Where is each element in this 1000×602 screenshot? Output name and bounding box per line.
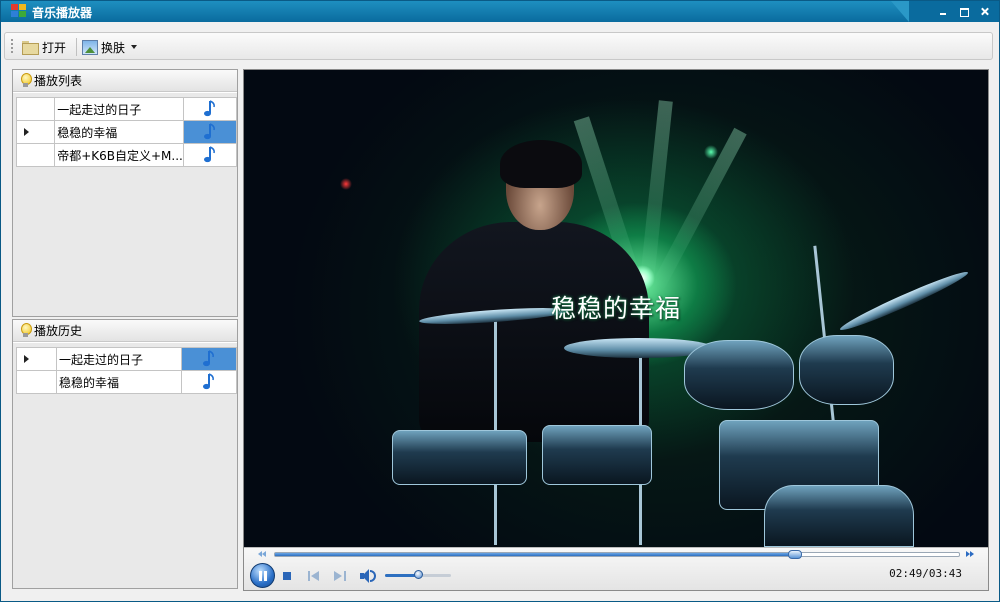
skin-label: 换肤 [101, 40, 126, 55]
row-header[interactable] [16, 347, 57, 371]
progress-bar[interactable] [274, 550, 960, 559]
open-label: 打开 [42, 40, 67, 55]
playlist-grid: 一起走过的日子 稳稳的幸福 帝都+K6B自定义+M... [15, 97, 238, 167]
toolbar-grip[interactable] [11, 39, 13, 55]
music-note-icon [203, 146, 215, 163]
playlist-body: 一起走过的日子 稳稳的幸福 帝都+K6B自定义+M... [13, 93, 238, 316]
note-cell[interactable] [182, 143, 238, 167]
progress-fill [275, 553, 795, 556]
song-name[interactable]: 稳稳的幸福 [54, 120, 184, 144]
video-frame[interactable]: 稳稳的幸福 [244, 70, 988, 547]
row-header[interactable] [15, 97, 56, 121]
toolbar-separator [76, 38, 77, 56]
note-cell[interactable] [182, 120, 238, 144]
maximize-button[interactable] [956, 4, 972, 19]
seek-back-icon[interactable] [258, 551, 268, 558]
toolbar: 打开 换肤 [4, 32, 993, 60]
next-button[interactable] [334, 571, 346, 581]
row-header[interactable] [15, 143, 56, 167]
open-button[interactable]: 打开 [21, 37, 66, 57]
music-note-icon [203, 100, 215, 117]
volume-slider[interactable] [385, 570, 451, 579]
note-cell[interactable] [182, 97, 238, 121]
caret-down-icon [131, 45, 138, 49]
note-cell[interactable] [181, 370, 237, 394]
song-name[interactable]: 稳稳的幸福 [56, 370, 182, 394]
folder-icon [21, 40, 39, 55]
drummer-hair [500, 140, 582, 188]
seek-forward-icon[interactable] [966, 551, 976, 558]
playlist-panel: 播放列表 一起走过的日子 稳稳的幸福 帝都+K6B自定义+M... [12, 69, 238, 317]
title-bar[interactable]: 音乐播放器 [1, 1, 999, 22]
history-row[interactable]: 稳稳的幸福 [16, 370, 237, 394]
time-display: 02:49/03:43 [889, 567, 962, 580]
drum [542, 425, 652, 485]
progress-thumb[interactable] [787, 550, 802, 559]
stop-button[interactable] [283, 572, 291, 580]
playlist-title: 播放列表 [34, 74, 83, 88]
drummer-figure [419, 222, 649, 442]
row-header[interactable] [16, 370, 57, 394]
media-player: 稳稳的幸福 02:49/03:43 [243, 69, 989, 591]
music-note-icon [203, 350, 214, 367]
skin-dropdown-button[interactable]: 换肤 [82, 37, 138, 57]
history-row[interactable]: 一起走过的日子 [16, 347, 237, 371]
music-note-icon [203, 373, 214, 390]
history-panel: 播放历史 一起走过的日子 稳稳的幸福 [12, 319, 238, 589]
app-grid-icon [11, 4, 26, 18]
minimize-button[interactable] [935, 4, 951, 19]
playlist-header: 播放列表 [13, 70, 237, 92]
music-note-icon [203, 123, 215, 140]
history-title: 播放历史 [34, 324, 83, 338]
control-bar: 02:49/03:43 [244, 547, 988, 590]
image-icon [82, 39, 98, 55]
bulb-icon [20, 73, 32, 88]
close-button[interactable] [977, 4, 993, 19]
app-window: 音乐播放器 打开 换肤 播放列表 一起走过的日子 稳稳的幸福 帝都+K6B自定义… [0, 0, 1000, 602]
song-name[interactable]: 一起走过的日子 [56, 347, 182, 371]
playlist-row[interactable]: 帝都+K6B自定义+M... [15, 143, 238, 167]
history-body: 一起走过的日子 稳稳的幸福 [13, 343, 237, 588]
current-row-arrow-icon [24, 355, 29, 363]
bass-drum [764, 485, 914, 547]
history-grid: 一起走过的日子 稳稳的幸福 [16, 347, 237, 394]
stage-light [340, 178, 352, 190]
previous-button[interactable] [308, 571, 320, 581]
bulb-icon [20, 323, 32, 338]
drum [799, 335, 894, 405]
note-cell[interactable] [181, 347, 237, 371]
song-name[interactable]: 一起走过的日子 [54, 97, 184, 121]
drum [392, 430, 527, 485]
playlist-row[interactable]: 稳稳的幸福 [15, 120, 238, 144]
pause-button[interactable] [250, 563, 275, 588]
window-title: 音乐播放器 [32, 6, 93, 20]
song-name[interactable]: 帝都+K6B自定义+M... [54, 143, 184, 167]
volume-thumb[interactable] [414, 570, 423, 579]
lyric-text: 稳稳的幸福 [550, 294, 681, 323]
playlist-row[interactable]: 一起走过的日子 [15, 97, 238, 121]
history-header: 播放历史 [13, 320, 237, 342]
current-row-arrow-icon [24, 128, 29, 136]
row-header[interactable] [15, 120, 56, 144]
drum [684, 340, 794, 410]
stage-light [704, 145, 718, 159]
